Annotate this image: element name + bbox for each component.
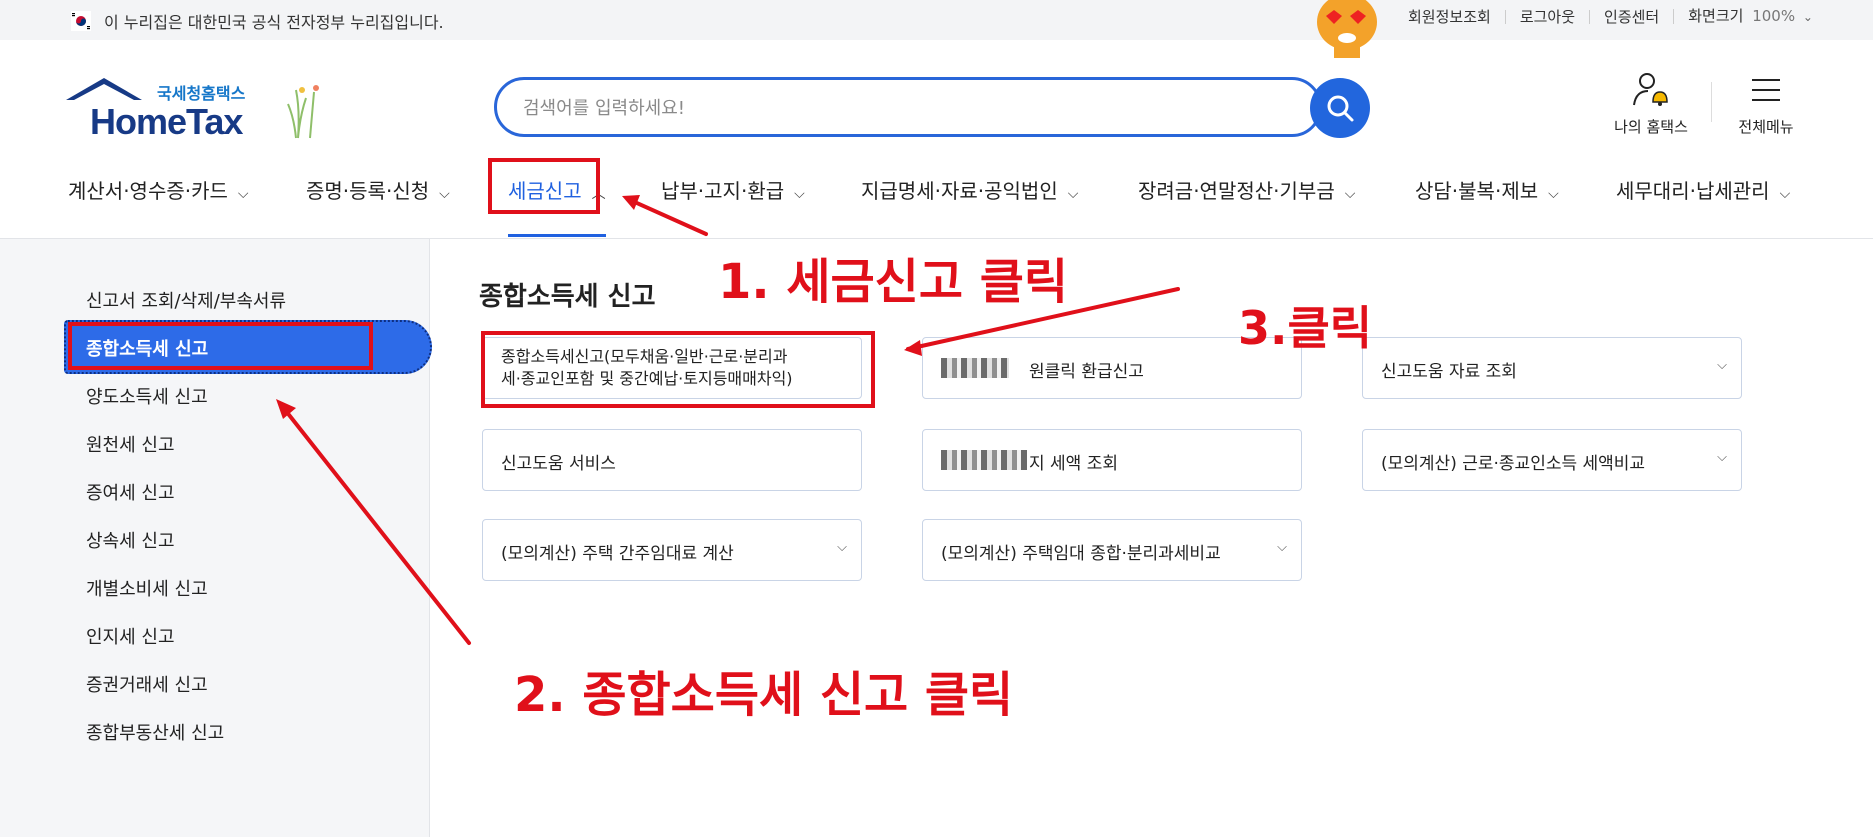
card-label: (모의계산) 주택 간주임대료 계산 bbox=[501, 544, 734, 564]
annotation-step1: 1. 세금신고 클릭 bbox=[718, 254, 1069, 310]
korea-flag-icon bbox=[71, 11, 91, 31]
sidebar-item-return-inquiry[interactable]: 신고서 조회/삭제/부속서류 bbox=[86, 287, 286, 313]
gnb-item-invoice[interactable]: 계산서·영수증·카드 ⌵ bbox=[68, 175, 249, 204]
sidebar-item-gift-tax[interactable]: 증여세 신고 bbox=[86, 479, 175, 505]
gnb-label: 납부·고지·환급 bbox=[661, 179, 785, 203]
card-tax-amount-lookup[interactable]: 지 세액 조회 bbox=[922, 429, 1302, 491]
chevron-down-icon: ⌄ bbox=[1802, 10, 1813, 24]
sidebar-item-excise-tax[interactable]: 개별소비세 신고 bbox=[86, 575, 208, 601]
search-button[interactable] bbox=[1310, 78, 1370, 138]
search-icon bbox=[1327, 95, 1354, 122]
card-label: 신고도움 자료 조회 bbox=[1381, 362, 1517, 382]
hamburger-menu-icon bbox=[1752, 79, 1780, 101]
gnb-item-tax-agent[interactable]: 세무대리·납세관리 ⌵ bbox=[1616, 175, 1790, 204]
chevron-down-icon: ⌵ bbox=[1067, 186, 1079, 202]
main-navigation: 계산서·영수증·카드 ⌵ 증명·등록·신청 ⌵ 세금신고 ︿ 납부·고지·환급 ⌵ 지급… bbox=[0, 165, 1873, 239]
gnb-item-incentive[interactable]: 장려금·연말정산·기부금 ⌵ bbox=[1138, 175, 1355, 204]
chevron-down-icon: ⌵ bbox=[837, 540, 847, 555]
card-label: (모의계산) 근로·종교인소득 세액비교 bbox=[1381, 454, 1646, 474]
all-menu-button[interactable]: 전체메뉴 bbox=[1730, 72, 1802, 137]
card-label: 신고도움 서비스 bbox=[501, 454, 616, 474]
screen-size-control[interactable]: 화면크기 100% ⌄ bbox=[1673, 9, 1827, 24]
my-hometax-label: 나의 홈택스 bbox=[1614, 118, 1688, 136]
logo-hometax-text: HomeTax bbox=[90, 101, 243, 142]
logout-link[interactable]: 로그아웃 bbox=[1504, 9, 1589, 24]
search-box bbox=[494, 77, 1322, 137]
annotation-step2: 2. 종합소득세 신고 클릭 bbox=[514, 667, 1014, 723]
gnb-item-payment[interactable]: 납부·고지·환급 ⌵ bbox=[661, 175, 805, 204]
annotation-box-tax-filing bbox=[488, 158, 600, 214]
user-bell-icon bbox=[1633, 73, 1668, 106]
chevron-down-icon: ⌵ bbox=[1344, 186, 1356, 202]
card-label: (모의계산) 주택임대 종합·분리과세비교 bbox=[941, 544, 1221, 564]
screen-size-label: 화면크기 bbox=[1688, 7, 1744, 25]
chevron-down-icon: ⌵ bbox=[1717, 358, 1727, 373]
card-simulation-rental-compare[interactable]: (모의계산) 주택임대 종합·분리과세비교 ⌵ bbox=[922, 519, 1302, 581]
gnb-label: 세무대리·납세관리 bbox=[1616, 179, 1770, 203]
gnb-item-consulting[interactable]: 상담·불복·제보 ⌵ bbox=[1415, 175, 1559, 204]
zoom-level: 100% bbox=[1752, 7, 1796, 25]
card-filing-help-service[interactable]: 신고도움 서비스 bbox=[482, 429, 862, 491]
sidebar-item-capital-gains-tax[interactable]: 양도소득세 신고 bbox=[86, 383, 208, 409]
member-info-link[interactable]: 회원정보조회 bbox=[1394, 9, 1505, 24]
search-input[interactable] bbox=[521, 94, 1261, 122]
annotation-step3: 3.클릭 bbox=[1238, 301, 1373, 355]
chevron-down-icon: ⌵ bbox=[237, 186, 249, 202]
my-hometax-button[interactable]: 나의 홈택스 bbox=[1608, 72, 1694, 137]
gnb-item-payment-statement[interactable]: 지급명세·자료·공익법인 ⌵ bbox=[861, 175, 1078, 204]
sidebar-item-inheritance-tax[interactable]: 상속세 신고 bbox=[86, 527, 175, 553]
gnb-label: 상담·불복·제보 bbox=[1415, 179, 1539, 203]
sidebar-item-withholding-tax[interactable]: 원천세 신고 bbox=[86, 431, 175, 457]
sidebar-item-securities-tax[interactable]: 증권거래세 신고 bbox=[86, 671, 208, 697]
redacted-text bbox=[941, 358, 1009, 378]
gnb-label: 지급명세·자료·공익법인 bbox=[861, 179, 1058, 203]
mascot-character-icon bbox=[1317, 0, 1377, 58]
chevron-down-icon: ⌵ bbox=[1779, 186, 1791, 202]
gov-banner: 이 누리집은 대한민국 공식 전자정부 누리집입니다. 회원정보조회 로그아웃 … bbox=[0, 0, 1873, 58]
card-simulation-rental-deemed[interactable]: (모의계산) 주택 간주임대료 계산 ⌵ bbox=[482, 519, 862, 581]
card-label: 원클릭 환급신고 bbox=[1029, 362, 1144, 382]
header-divider bbox=[1711, 82, 1712, 122]
card-label: 지 세액 조회 bbox=[1029, 454, 1119, 474]
gnb-label: 계산서·영수증·카드 bbox=[68, 179, 228, 203]
gnb-label: 증명·등록·신청 bbox=[306, 179, 430, 203]
chevron-down-icon: ⌵ bbox=[1277, 540, 1287, 555]
chevron-down-icon: ⌵ bbox=[1548, 186, 1559, 202]
all-menu-label: 전체메뉴 bbox=[1738, 118, 1794, 136]
chevron-down-icon: ⌵ bbox=[439, 186, 450, 202]
chevron-down-icon: ⌵ bbox=[1717, 450, 1727, 465]
page-title: 종합소득세 신고 bbox=[479, 282, 656, 312]
chevron-down-icon: ⌵ bbox=[794, 186, 805, 202]
card-simulation-income-compare[interactable]: (모의계산) 근로·종교인소득 세액비교 ⌵ bbox=[1362, 429, 1742, 491]
annotation-box-card bbox=[481, 331, 875, 408]
gnb-item-certificate[interactable]: 증명·등록·신청 ⌵ bbox=[306, 175, 450, 204]
utility-links: 회원정보조회 로그아웃 인증센터 화면크기 100% ⌄ bbox=[1394, 9, 1827, 24]
gnb-active-underline bbox=[508, 234, 606, 237]
sidebar-item-stamp-tax[interactable]: 인지세 신고 bbox=[86, 623, 175, 649]
annotation-box-income-tax bbox=[68, 322, 373, 370]
gov-banner-text: 이 누리집은 대한민국 공식 전자정부 누리집입니다. bbox=[104, 13, 444, 32]
card-filing-data-lookup[interactable]: 신고도움 자료 조회 ⌵ bbox=[1362, 337, 1742, 399]
redacted-text bbox=[941, 450, 1027, 470]
sidebar-item-property-tax[interactable]: 종합부동산세 신고 bbox=[86, 719, 224, 745]
gnb-label: 장려금·연말정산·기부금 bbox=[1138, 179, 1335, 203]
cert-center-link[interactable]: 인증센터 bbox=[1589, 9, 1673, 24]
